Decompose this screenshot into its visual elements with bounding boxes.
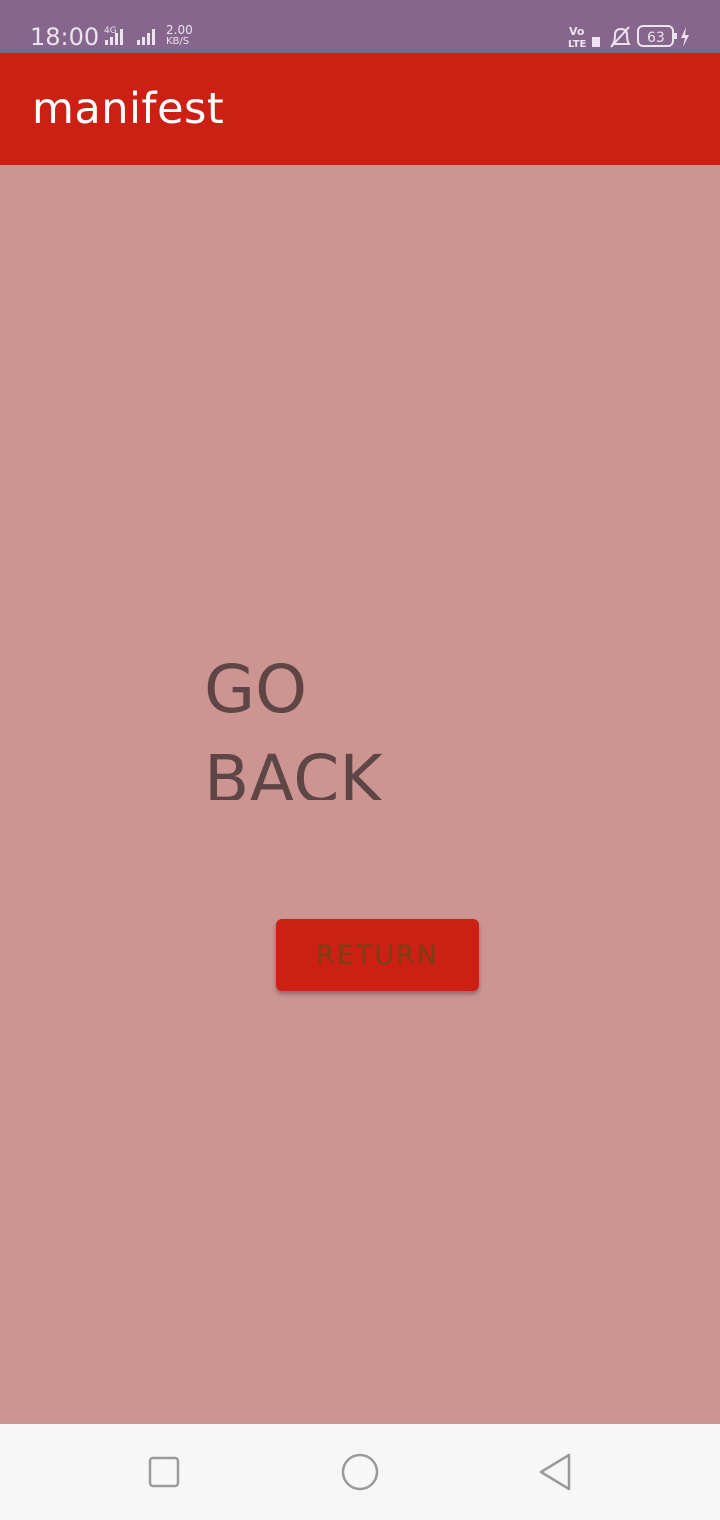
- status-bar: 18:00 4G 2.00 KB/S Vo LTE 63: [0, 0, 720, 53]
- battery-level: 63: [647, 30, 665, 46]
- back-triangle-icon[interactable]: [536, 1452, 576, 1492]
- battery-icon: 63: [637, 25, 677, 47]
- main-content: GO BACK RETURN: [0, 165, 720, 1424]
- home-circle-icon[interactable]: [340, 1452, 380, 1492]
- app-title: manifest: [32, 84, 225, 134]
- status-time: 18:00: [30, 23, 100, 51]
- network-speed-value: 2.00: [166, 23, 193, 37]
- charging-icon: [681, 27, 689, 47]
- status-right-icons: Vo LTE 63: [568, 25, 689, 50]
- network-speed-unit: KB/S: [166, 36, 190, 47]
- network-type-label: 4G: [104, 26, 117, 36]
- return-button[interactable]: RETURN: [276, 919, 479, 991]
- volte-label: Vo: [569, 25, 585, 38]
- network-speed: 2.00 KB/S: [166, 24, 200, 48]
- mute-bell-icon: [610, 26, 631, 48]
- go-back-heading: GO BACK: [204, 651, 383, 800]
- app-bar: manifest: [0, 53, 720, 165]
- recent-apps-square-icon[interactable]: [144, 1452, 184, 1492]
- navigation-bar: [0, 1424, 720, 1520]
- signal-icon: 4G: [104, 26, 155, 45]
- svg-text:LTE: LTE: [568, 39, 587, 50]
